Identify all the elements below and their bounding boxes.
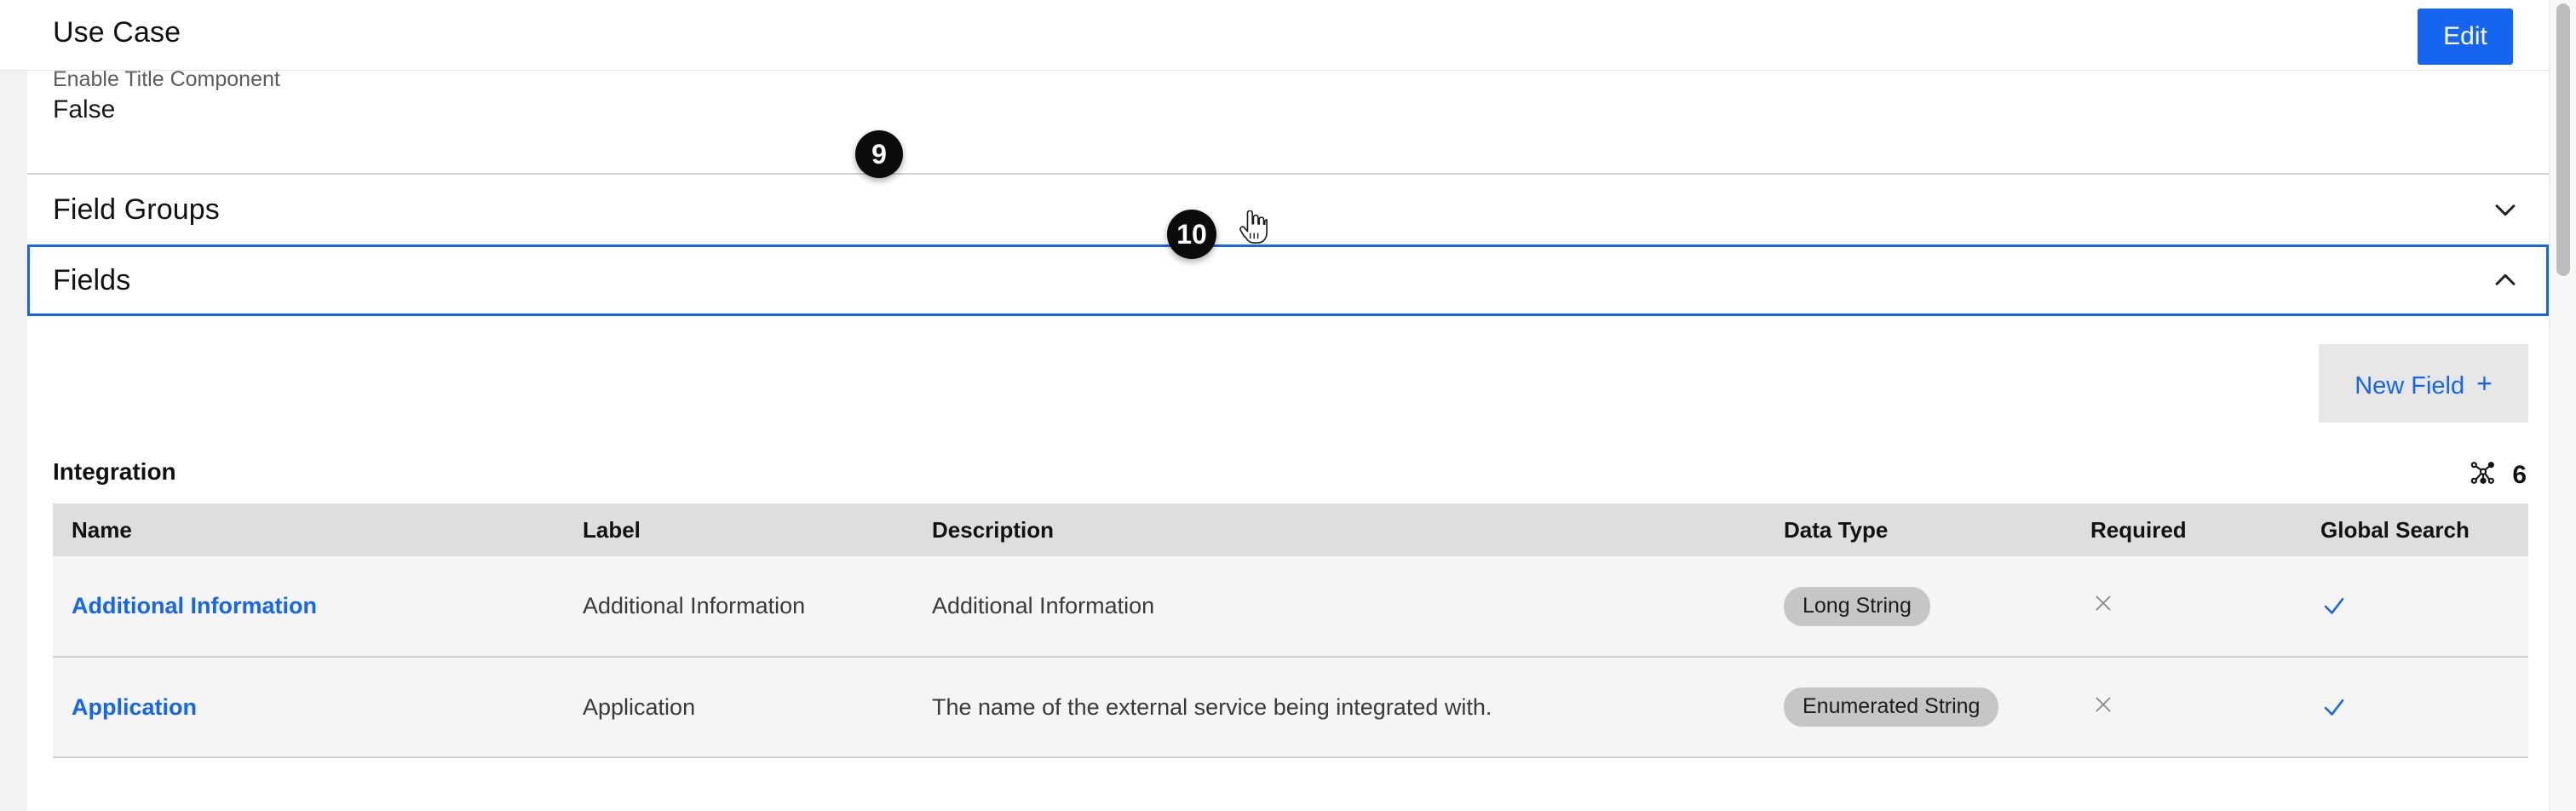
left-gutter xyxy=(0,71,27,811)
data-type-chip: Long String xyxy=(1784,586,1930,626)
cell-label: Additional Information xyxy=(564,556,913,658)
close-icon xyxy=(2090,592,2114,619)
close-icon xyxy=(2090,693,2114,721)
section-title-field-groups: Field Groups xyxy=(53,193,220,226)
page-title: Use Case xyxy=(53,16,181,49)
detail-field-block: Enable Title Component False xyxy=(27,71,2549,175)
scrollbar-thumb[interactable] xyxy=(2556,3,2570,276)
section-title-fields: Fields xyxy=(53,264,131,296)
field-link[interactable]: Application xyxy=(72,694,197,720)
step-badge-10: 10 xyxy=(1167,210,1216,259)
table-header-row: Name Label Description Data Type Require… xyxy=(53,503,2528,556)
field-link[interactable]: Additional Information xyxy=(72,593,317,618)
cell-required xyxy=(2072,657,2302,758)
chevron-up-icon[interactable] xyxy=(2491,266,2520,295)
cell-name: Additional Information xyxy=(53,556,564,658)
app-root: Use Case Edit Enable Title Component Fal… xyxy=(0,0,2576,811)
detail-panel: Enable Title Component False Field Group… xyxy=(27,71,2549,811)
chevron-down-icon[interactable] xyxy=(2491,195,2520,224)
column-header-data-type[interactable]: Data Type xyxy=(1765,503,2072,556)
cell-label: Application xyxy=(564,657,913,758)
cell-global-search xyxy=(2302,556,2528,658)
fields-table-header: Name Label Description Data Type Require… xyxy=(53,503,2528,556)
column-header-required[interactable]: Required xyxy=(2072,503,2302,556)
cell-description: The name of the external service being i… xyxy=(913,657,1765,758)
cell-description: Additional Information xyxy=(913,556,1765,658)
cell-data-type: Enumerated String xyxy=(1765,657,2072,758)
section-header-field-groups[interactable]: Field Groups xyxy=(27,175,2549,244)
cell-data-type: Long String xyxy=(1765,556,2072,658)
graph-nodes-icon[interactable] xyxy=(2470,459,2497,491)
relationship-count-group: 6 xyxy=(2470,459,2527,491)
column-header-label[interactable]: Label xyxy=(564,503,913,556)
page-header: Use Case Edit xyxy=(0,0,2549,71)
column-header-description[interactable]: Description xyxy=(913,503,1765,556)
plus-icon: + xyxy=(2476,368,2493,399)
check-icon xyxy=(2320,594,2349,619)
cell-name: Application xyxy=(53,657,564,758)
vertical-scrollbar[interactable] xyxy=(2549,0,2576,811)
fields-table-body: Additional Information Additional Inform… xyxy=(53,556,2528,758)
scroll-content: Enable Title Component False Field Group… xyxy=(0,71,2549,811)
section-header-fields[interactable]: Fields xyxy=(27,244,2549,316)
column-header-name[interactable]: Name xyxy=(53,503,564,556)
edit-button[interactable]: Edit xyxy=(2418,9,2513,65)
data-type-chip: Enumerated String xyxy=(1784,687,1999,727)
relationship-count: 6 xyxy=(2512,460,2527,489)
check-icon xyxy=(2320,695,2349,721)
fields-table: Name Label Description Data Type Require… xyxy=(53,503,2528,758)
new-field-button[interactable]: New Field + xyxy=(2319,344,2528,423)
field-group-title: Integration xyxy=(53,458,176,485)
new-field-label: New Field xyxy=(2355,372,2465,400)
cell-required xyxy=(2072,556,2302,658)
column-header-global-search[interactable]: Global Search xyxy=(2302,503,2528,556)
step-badge-9: 9 xyxy=(855,130,903,178)
table-row[interactable]: Application Application The name of the … xyxy=(53,657,2528,758)
cell-global-search xyxy=(2302,657,2528,758)
table-row[interactable]: Additional Information Additional Inform… xyxy=(53,556,2528,658)
fields-section-body: New Field + Integration 6 Name Label Des… xyxy=(27,316,2549,811)
detail-field-value: False xyxy=(53,95,116,124)
